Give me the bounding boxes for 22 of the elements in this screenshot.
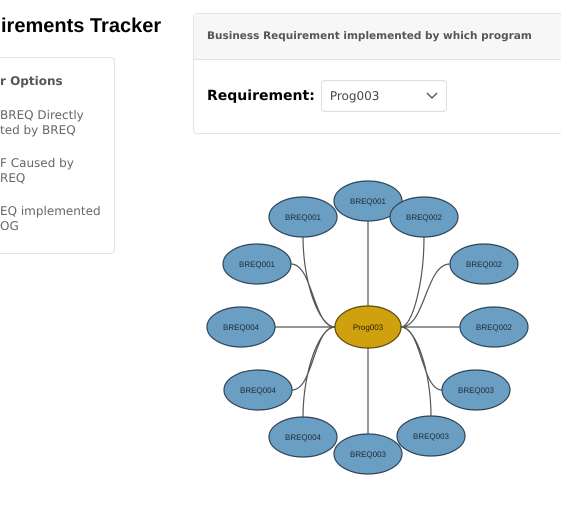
card-heading: Business Requirement implemented by which program (207, 28, 532, 44)
requirement-node: BREQ003 (333, 433, 403, 475)
requirement-node: BREQ004 (206, 306, 276, 348)
requirement-node: BREQ002 (389, 196, 459, 238)
page-title: irements Tracker (0, 14, 162, 39)
requirement-node: BREQ001 (333, 180, 403, 222)
requirement-node: BREQ003 (441, 369, 511, 411)
requirement-node: BREQ003 (396, 415, 466, 457)
program-node: Prog003 (334, 305, 402, 349)
requirement-node: BREQ001 (268, 196, 338, 238)
requirement-label: Requirement: (207, 86, 315, 106)
option-link[interactable]: F Caused by REQ (0, 156, 114, 186)
requirement-node: BREQ004 (223, 369, 293, 411)
requirement-node: BREQ002 (449, 243, 519, 285)
requirement-select[interactable]: Prog003 (320, 80, 447, 112)
card-heading: r Options (0, 73, 64, 90)
option-link[interactable]: EQ implemented OG (0, 204, 114, 234)
requirement-node: BREQ001 (222, 243, 292, 285)
option-link[interactable]: BREQ Directly ted by BREQ (0, 108, 114, 138)
chevron-icon (426, 92, 438, 100)
requirement-node: BREQ004 (268, 416, 338, 458)
requirement-node: BREQ002 (459, 306, 529, 348)
